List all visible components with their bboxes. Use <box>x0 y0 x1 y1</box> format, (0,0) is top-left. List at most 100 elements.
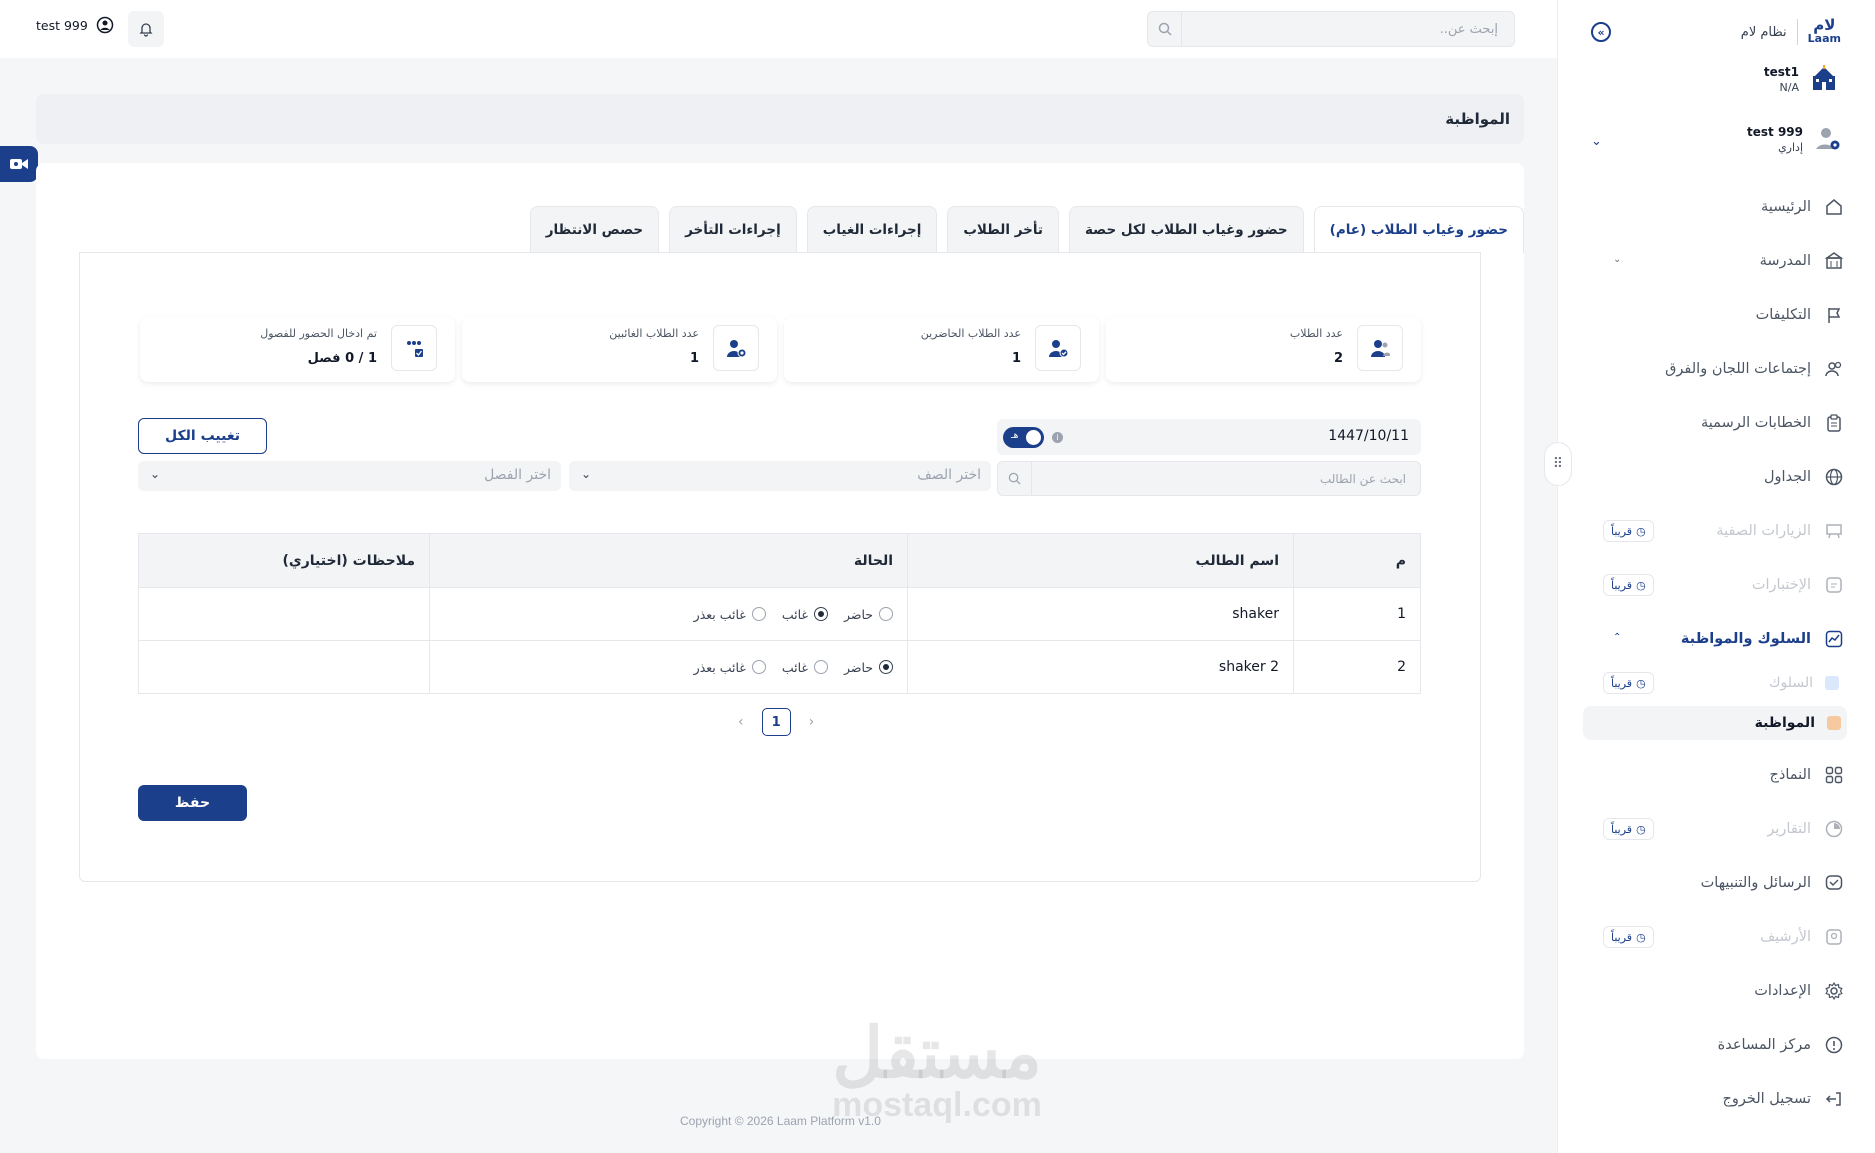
sidebar-item-exams[interactable]: الإختبارات ◷ قريباً <box>1585 566 1845 604</box>
video-button[interactable] <box>0 146 38 182</box>
chart-line-icon <box>1823 628 1845 650</box>
grade-select[interactable]: اختر الصف ⌄ <box>569 461 991 491</box>
radio-circle-selected <box>879 660 893 674</box>
chevron-down-icon: ⌄ <box>581 467 592 481</box>
laam-logo: لام Laam <box>1807 16 1841 46</box>
tab-lateness-actions[interactable]: إجراءات التأخر <box>669 206 797 252</box>
tab-period-attendance[interactable]: حضور وغياب الطلاب لكل حصة <box>1068 206 1304 252</box>
sidebar-item-assignments[interactable]: التكليفات <box>1585 296 1845 334</box>
home-icon <box>1823 196 1845 218</box>
student-absent-icon <box>713 325 759 371</box>
sidebar-item-class-visits[interactable]: الزيارات الصفية ◷ قريباً <box>1585 512 1845 550</box>
clock-icon: ◷ <box>1636 930 1646 944</box>
sidebar-item-schedules[interactable]: الجداول <box>1585 458 1845 496</box>
status-absent-radio[interactable]: غائب <box>782 607 828 622</box>
column-header-number: م <box>1293 533 1421 588</box>
status-excused-radio[interactable]: غائب بعذر <box>694 660 766 675</box>
brand: لام Laam نظام لام <box>1741 18 1841 46</box>
tab-general-attendance[interactable]: حضور وغياب الطلاب (عام) <box>1313 206 1524 253</box>
student-check-icon <box>1035 325 1081 371</box>
status-excused-radio[interactable]: غائب بعذر <box>694 607 766 622</box>
archive-icon <box>1823 926 1845 948</box>
sidebar-item-settings[interactable]: الإعدادات <box>1585 972 1845 1010</box>
search-icon <box>1148 12 1182 46</box>
tab-lateness[interactable]: تأخر الطلاب <box>947 206 1059 252</box>
header-user-name: test 999 <box>36 17 88 33</box>
collapse-sidebar-button[interactable]: « <box>1591 22 1611 42</box>
row-number: 1 <box>1293 587 1421 641</box>
coming-soon-badge: ◷ قريباً <box>1603 926 1654 948</box>
sidebar-user[interactable]: test 999 إداري <box>1747 124 1843 154</box>
sidebar-item-archive[interactable]: الأرشيف ◷ قريباً <box>1585 918 1845 956</box>
global-search-input[interactable]: إبحث عن.. <box>1147 11 1515 47</box>
sidebar-item-home[interactable]: الرئيسية <box>1585 188 1845 226</box>
stat-title: عدد الطلاب الحاضرين <box>920 327 1021 340</box>
chevron-down-icon[interactable]: ⌄ <box>1591 134 1602 149</box>
square-icon <box>1825 676 1839 690</box>
report-icon <box>1823 818 1845 840</box>
radio-circle-selected <box>813 607 828 621</box>
grid-icon <box>1823 764 1845 786</box>
square-icon <box>1827 716 1841 730</box>
tab-waiting-periods[interactable]: حصص الانتظار <box>529 206 660 252</box>
radio-circle <box>751 660 766 674</box>
notes-cell[interactable] <box>138 587 430 641</box>
coming-soon-badge: ◷ قريباً <box>1603 574 1654 596</box>
user-settings-icon <box>1813 124 1843 154</box>
school-name: test1 <box>1763 64 1799 79</box>
search-icon <box>998 462 1032 495</box>
sidebar-item-school[interactable]: المدرسة ⌄ <box>1585 242 1845 280</box>
status-cell: حاضر غائب غائب بعذر <box>429 587 908 641</box>
column-header-notes: ملاحظات (اختياري) <box>138 533 430 588</box>
notes-cell[interactable] <box>138 640 430 694</box>
header-user-menu[interactable]: test 999 <box>36 16 114 34</box>
brand-divider <box>1796 19 1798 45</box>
drag-dots-icon: ⠿ <box>1552 456 1564 472</box>
stat-card-students: عدد الطلاب 2 <box>1106 317 1421 382</box>
sidebar-item-reports[interactable]: التقارير ◷ قريباً <box>1585 810 1845 848</box>
date-picker[interactable]: 1447/10/11 i هـ <box>997 419 1421 455</box>
logout-icon <box>1823 1088 1845 1110</box>
status-absent-radio[interactable]: غائب <box>782 660 828 675</box>
student-search-placeholder: ابحث عن الطالب <box>1319 471 1406 486</box>
watermark: مستقل mostaql.com <box>832 1014 1042 1124</box>
sidebar-subitem-attendance[interactable]: المواظبة <box>1583 706 1847 740</box>
sidebar-item-forms[interactable]: النماذج <box>1585 756 1845 794</box>
sidebar-drag-handle[interactable]: ⠿ <box>1544 442 1572 486</box>
chevron-down-icon: ⌄ <box>1613 254 1622 265</box>
student-search-input[interactable]: ابحث عن الطالب <box>997 461 1421 496</box>
mark-all-absent-button[interactable]: تغييب الكل <box>138 418 267 454</box>
school-building-icon <box>1809 64 1839 94</box>
table-row: 1 shaker حاضر غائب غائب بعذر <box>138 587 1421 641</box>
bell-icon <box>138 21 154 37</box>
page-number-button[interactable]: 1 <box>761 708 791 736</box>
double-chevron-icon: « <box>1597 25 1605 39</box>
status-present-radio[interactable]: حاضر <box>844 660 893 675</box>
sidebar-subitem-behavior[interactable]: السلوك ◷ قريباً <box>1585 666 1845 700</box>
flag-icon <box>1823 304 1845 326</box>
coming-soon-badge: ◷ قريباً <box>1603 520 1654 542</box>
info-icon: i <box>1052 432 1063 443</box>
stat-value: 1 <box>689 351 699 366</box>
clock-icon: ◷ <box>1636 524 1646 538</box>
status-present-radio[interactable]: حاضر <box>844 607 893 622</box>
stat-card-present: عدد الطلاب الحاضرين 1 <box>784 317 1099 382</box>
tab-absence-actions[interactable]: إجراءات الغياب <box>806 206 938 252</box>
sidebar-item-help[interactable]: مركز المساعدة <box>1585 1026 1845 1064</box>
hijri-toggle[interactable]: هـ <box>1003 427 1044 448</box>
save-button[interactable]: حفظ <box>138 785 247 821</box>
sidebar-item-letters[interactable]: الخطابات الرسمية <box>1585 404 1845 442</box>
chevron-right-icon[interactable]: › <box>809 714 815 730</box>
radio-circle <box>879 607 893 621</box>
sidebar-item-behavior-attendance[interactable]: السلوك والمواظبة ⌃ <box>1585 620 1845 658</box>
help-icon <box>1823 1034 1845 1056</box>
sidebar-item-messages[interactable]: الرسائل والتنبيهات <box>1585 864 1845 902</box>
footer-copyright: Copyright © 2026 Laam Platform v1.0 <box>680 1114 881 1128</box>
class-select[interactable]: اختر الفصل ⌄ <box>138 461 561 491</box>
gear-icon <box>1823 980 1845 1002</box>
sidebar-item-meetings[interactable]: إجتماعات اللجان والفرق <box>1585 350 1845 388</box>
sidebar-item-logout[interactable]: تسجيل الخروج <box>1585 1080 1845 1118</box>
stat-value: 1 / 0 فصل <box>307 351 377 366</box>
chevron-left-icon[interactable]: ‹ <box>738 714 744 730</box>
notifications-button[interactable] <box>128 11 164 47</box>
